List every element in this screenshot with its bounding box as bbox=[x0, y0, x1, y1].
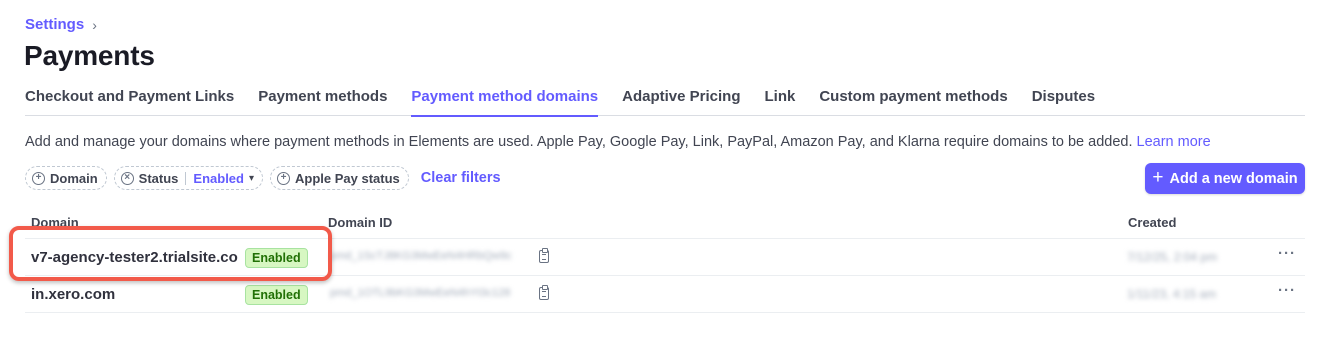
page-title: Payments bbox=[24, 40, 155, 71]
add-circle-icon: + bbox=[32, 171, 45, 185]
copy-icon[interactable] bbox=[539, 285, 549, 300]
filter-status-value: Enabled bbox=[193, 170, 244, 186]
filter-domain-chip[interactable]: + Domain bbox=[25, 166, 107, 190]
filter-apple-pay-label: Apple Pay status bbox=[295, 170, 400, 186]
tab-custom-payment-methods[interactable]: Custom payment methods bbox=[819, 88, 1007, 116]
breadcrumb: Settings › bbox=[25, 16, 97, 33]
tab-checkout-and-payment-links[interactable]: Checkout and Payment Links bbox=[25, 88, 234, 116]
breadcrumb-settings-link[interactable]: Settings bbox=[25, 16, 84, 33]
filter-apple-pay-chip[interactable]: + Apple Pay status bbox=[270, 166, 409, 190]
tab-disputes[interactable]: Disputes bbox=[1032, 88, 1095, 116]
domain-name[interactable]: in.xero.com bbox=[31, 286, 115, 303]
plus-icon: + bbox=[1152, 167, 1164, 188]
column-header-domain[interactable]: Domain bbox=[31, 215, 79, 230]
domain-id: pmd_1ScTJ8KG3MwEeN4HRbQw9c bbox=[330, 250, 512, 262]
tab-link[interactable]: Link bbox=[764, 88, 795, 116]
table-header: Domain Domain ID Created bbox=[25, 212, 1305, 239]
created-date: 1/11/23, 4:15 am bbox=[1127, 287, 1217, 301]
filter-status-chip[interactable]: × Status Enabled ▾ bbox=[113, 166, 264, 190]
created-date: 7/12/25, 2:04 pm bbox=[1127, 250, 1218, 264]
filter-bar: + Domain × Status Enabled ▾ + Apple Pay … bbox=[25, 166, 501, 190]
status-badge: Enabled bbox=[245, 248, 308, 268]
domain-id: pmd_1OTL9bKG3MwEeN4hYt3c128 bbox=[330, 287, 511, 299]
add-new-domain-label: Add a new domain bbox=[1169, 170, 1298, 187]
table-row[interactable]: v7-agency-tester2.trialsite.co Enabled p… bbox=[25, 239, 1305, 276]
learn-more-link[interactable]: Learn more bbox=[1137, 134, 1211, 150]
description-text: Add and manage your domains where paymen… bbox=[25, 134, 1133, 150]
status-badge: Enabled bbox=[245, 285, 308, 305]
page-description: Add and manage your domains where paymen… bbox=[25, 134, 1211, 150]
tab-payment-method-domains[interactable]: Payment method domains bbox=[411, 88, 598, 117]
chevron-right-icon: › bbox=[92, 16, 97, 33]
filter-status-label: Status bbox=[138, 170, 179, 186]
clear-filters-link[interactable]: Clear filters bbox=[421, 170, 501, 186]
copy-icon[interactable] bbox=[539, 248, 549, 263]
add-circle-icon: + bbox=[277, 171, 291, 185]
tab-payment-methods[interactable]: Payment methods bbox=[258, 88, 387, 116]
chip-divider bbox=[185, 171, 187, 185]
column-header-domain-id[interactable]: Domain ID bbox=[328, 215, 392, 230]
column-header-created[interactable]: Created bbox=[1128, 215, 1176, 230]
domains-table: Domain Domain ID Created v7-agency-teste… bbox=[25, 212, 1305, 313]
tab-adaptive-pricing[interactable]: Adaptive Pricing bbox=[622, 88, 740, 116]
more-options-icon[interactable]: ··· bbox=[1278, 282, 1296, 299]
add-new-domain-button[interactable]: + Add a new domain bbox=[1145, 163, 1305, 194]
tab-bar: Checkout and Payment Links Payment metho… bbox=[25, 88, 1305, 117]
table-row[interactable]: in.xero.com Enabled pmd_1OTL9bKG3MwEeN4h… bbox=[25, 276, 1305, 313]
more-options-icon[interactable]: ··· bbox=[1278, 245, 1296, 262]
chevron-down-icon: ▾ bbox=[248, 172, 255, 184]
filter-domain-label: Domain bbox=[50, 170, 98, 186]
remove-circle-icon[interactable]: × bbox=[120, 171, 134, 185]
domain-name[interactable]: v7-agency-tester2.trialsite.co bbox=[31, 249, 238, 266]
